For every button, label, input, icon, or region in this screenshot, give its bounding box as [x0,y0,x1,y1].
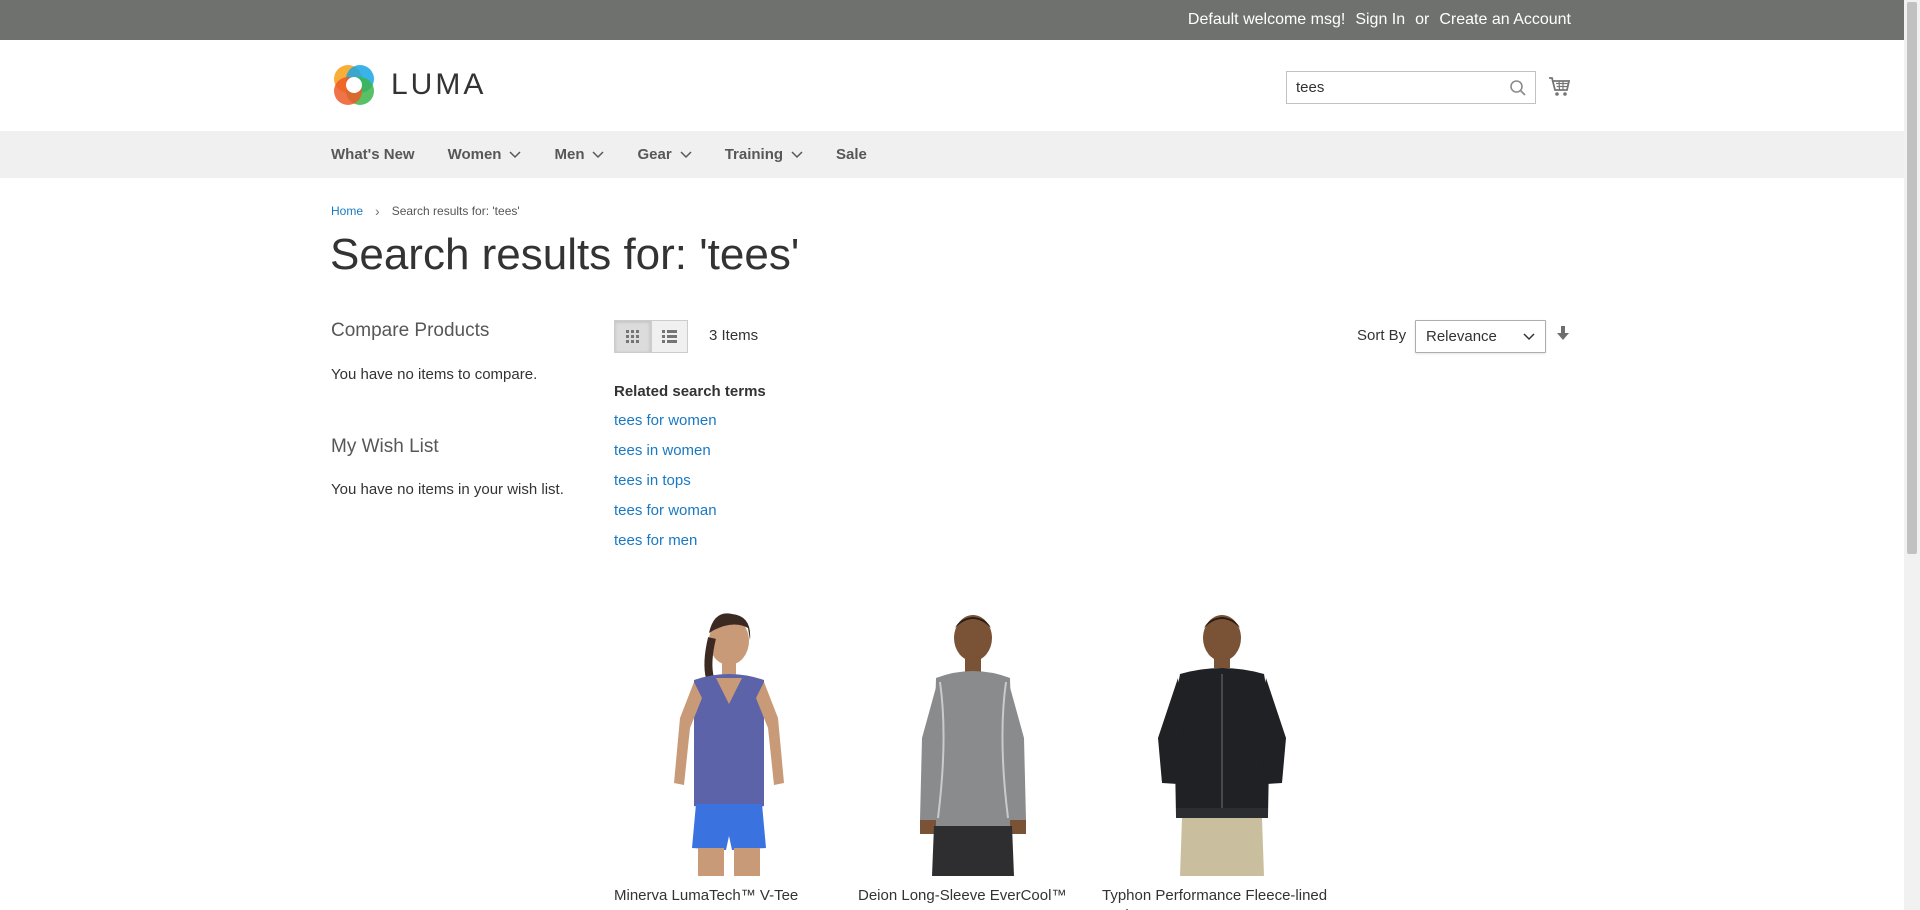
main-nav: What's New Women Men Gear Training Sale [0,131,1904,178]
sort-by-select[interactable]: Relevance [1415,320,1546,353]
product-item: Deion Long-Sleeve EverCool™ Tee [858,608,1088,910]
chevron-down-icon [791,150,803,158]
nav-label: Men [554,146,585,163]
luma-logo-icon [334,65,374,105]
wishlist-empty-text: You have no items in your wish list. [331,481,564,498]
sort-by-label: Sort By [1357,327,1407,344]
page-scrollbar[interactable] [1904,0,1920,910]
nav-item-whats-new[interactable]: What's New [331,146,415,163]
nav-item-women[interactable]: Women [448,146,522,163]
related-term-link[interactable]: tees in women [614,442,717,472]
breadcrumb-current: Search results for: 'tees' [391,204,520,218]
list-icon [662,330,677,343]
logo[interactable]: LUMA [331,62,486,108]
search-input[interactable] [1287,72,1535,103]
nav-label: Sale [836,146,867,163]
related-term-link[interactable]: tees for men [614,532,717,562]
nav-label: Women [447,146,502,163]
sort-selected-value: Relevance [1426,328,1497,345]
related-term-link[interactable]: tees for woman [614,502,717,532]
sort-direction-icon[interactable] [1555,325,1571,343]
nav-label: Gear [637,146,672,163]
header: LUMA [0,40,1904,131]
related-search-terms-list: tees for women tees in women tees in top… [614,412,717,562]
welcome-message: Default welcome msg! [1187,11,1346,28]
chevron-down-icon [509,150,522,158]
items-count: 3 Items [709,327,759,344]
related-term-link[interactable]: tees in tops [614,472,717,502]
breadcrumb: Home › Search results for: 'tees' [331,203,520,219]
breadcrumb-home-link[interactable]: Home [331,204,363,218]
related-search-terms-title: Related search terms [614,383,766,400]
top-bar: Default welcome msg! Sign In or Create a… [0,0,1904,40]
nav-item-training[interactable]: Training [725,146,803,163]
related-term-link[interactable]: tees for women [614,412,717,442]
view-mode-switcher [614,320,688,353]
chevron-down-icon [1523,332,1535,340]
create-account-link[interactable]: Create an Account [1439,11,1571,29]
or-text: or [1415,11,1430,28]
breadcrumb-separator: › [375,203,380,219]
nav-label: Training [724,146,784,163]
product-name-link[interactable]: Minerva LumaTech™ V-Tee [614,886,844,906]
nav-item-men[interactable]: Men [554,146,605,163]
cart-icon[interactable] [1548,74,1572,98]
nav-item-gear[interactable]: Gear [637,146,692,163]
chevron-down-icon [680,150,692,158]
product-image[interactable] [858,608,1088,876]
grid-icon [625,329,639,343]
search-icon[interactable] [1509,79,1527,97]
list-view-button[interactable] [651,320,688,353]
chevron-down-icon [592,150,605,158]
nav-label: What's New [331,146,415,163]
compare-products-title: Compare Products [331,320,490,341]
product-image[interactable] [614,608,844,876]
search-box [1286,71,1536,104]
nav-item-sale[interactable]: Sale [836,146,867,163]
wishlist-title: My Wish List [331,436,439,457]
grid-view-button[interactable] [614,320,651,353]
product-name-link[interactable]: Typhon Performance Fleece-lined Jacket [1102,886,1332,910]
sign-in-link[interactable]: Sign In [1355,11,1405,29]
compare-empty-text: You have no items to compare. [331,366,538,383]
logo-text: LUMA [391,68,487,101]
scrollbar-thumb[interactable] [1907,2,1917,554]
page-title: Search results for: 'tees' [330,230,800,279]
product-image[interactable] [1102,608,1332,876]
product-item: Typhon Performance Fleece-lined Jacket [1102,608,1332,910]
header-links: Default welcome msg! Sign In or Create a… [1188,0,1571,40]
product-name-link[interactable]: Deion Long-Sleeve EverCool™ Tee [858,886,1088,910]
product-item: Minerva LumaTech™ V-Tee [614,608,844,906]
